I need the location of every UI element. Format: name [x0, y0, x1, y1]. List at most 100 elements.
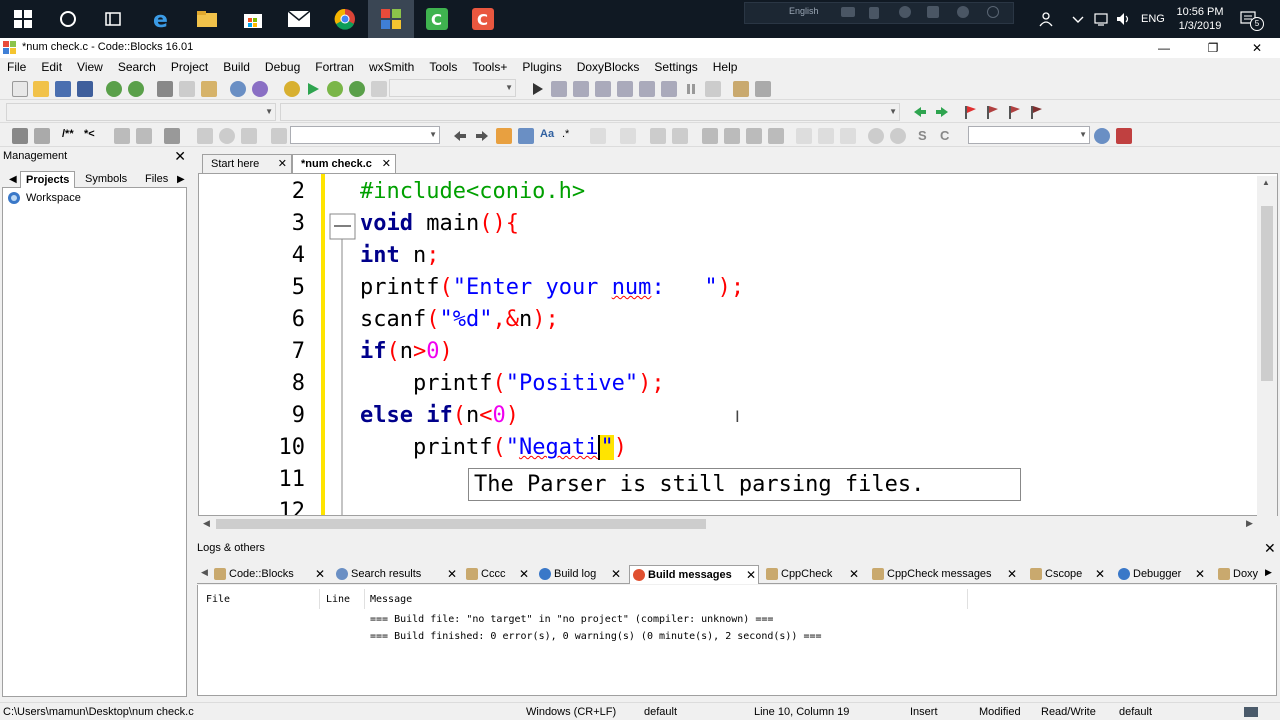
tab-scroll-right-icon[interactable]: ▶ [1265, 567, 1272, 578]
build-run-icon[interactable] [327, 81, 343, 97]
layout-icon[interactable] [840, 128, 856, 144]
menu-tools[interactable]: Tools [422, 58, 465, 76]
step-out-icon[interactable] [617, 81, 633, 97]
scrollbar-thumb[interactable] [216, 519, 706, 529]
tab-cppcheck-messages[interactable]: CppCheck messages ✕ [869, 565, 1021, 584]
html-icon[interactable] [114, 128, 130, 144]
abort-icon[interactable] [371, 81, 387, 97]
editor-horizontal-scrollbar[interactable]: ◀ ▶ [198, 516, 1278, 532]
menu-settings[interactable]: Settings [647, 58, 705, 76]
thread-search-input[interactable]: ▼ [290, 126, 440, 144]
align-center-icon[interactable] [724, 128, 740, 144]
undo-icon[interactable] [106, 81, 122, 97]
save-all-icon[interactable] [77, 81, 93, 97]
people-icon[interactable] [1038, 0, 1054, 38]
close-button[interactable]: ✕ [1234, 38, 1280, 58]
tab-build-log[interactable]: Build log ✕ [536, 565, 625, 584]
bookmark-clear-icon[interactable] [1028, 104, 1044, 120]
highlight-icon[interactable] [496, 128, 512, 144]
column-header-file[interactable]: File [206, 594, 230, 605]
bookmark-next-icon[interactable] [1006, 104, 1022, 120]
arrow-right-icon[interactable] [474, 128, 490, 144]
settings-wrench-icon[interactable] [1116, 128, 1132, 144]
camtasia-green-icon[interactable]: C [414, 0, 460, 38]
menu-edit[interactable]: Edit [34, 58, 70, 76]
scroll-up-icon[interactable]: ▲ [1262, 178, 1270, 187]
scrollbar-thumb[interactable] [1261, 206, 1273, 381]
network-icon[interactable] [1094, 0, 1110, 38]
extract-icon[interactable] [34, 128, 50, 144]
zoom-in-icon[interactable] [868, 128, 884, 144]
menu-wxsmith[interactable]: wxSmith [362, 58, 422, 76]
thread-search-icon[interactable] [219, 128, 235, 144]
menu-build[interactable]: Build [216, 58, 258, 76]
menu-doxyblocks[interactable]: DoxyBlocks [570, 58, 648, 76]
align-right-icon[interactable] [746, 128, 762, 144]
redo-icon[interactable] [128, 81, 144, 97]
windows-start-icon[interactable] [0, 0, 46, 38]
close-tab-icon[interactable]: ✕ [519, 565, 529, 584]
close-tab-icon[interactable]: ✕ [611, 565, 621, 584]
layout-icon[interactable] [796, 128, 812, 144]
volume-icon[interactable] [1116, 0, 1132, 38]
close-tab-icon[interactable]: ✕ [1007, 565, 1017, 584]
menu-search[interactable]: Search [111, 58, 164, 76]
list-item[interactable]: === Build file: "no target" in "no proje… [370, 614, 773, 625]
paste-icon[interactable] [201, 81, 217, 97]
tree-item-workspace[interactable]: Workspace [7, 191, 81, 205]
line-comment-icon[interactable]: *< [84, 128, 100, 144]
bookmark-toggle-icon[interactable] [962, 104, 978, 120]
close-tab-icon[interactable]: ✕ [1095, 565, 1105, 584]
build-target-select[interactable]: ▼ [389, 79, 516, 97]
language-bar[interactable]: English [744, 2, 1014, 24]
copy-icon[interactable] [179, 81, 195, 97]
symbol-search-input[interactable]: ▼ [968, 126, 1090, 144]
symbol-c-icon[interactable]: C [940, 128, 956, 144]
tab-build-messages[interactable]: Build messages ✕ [629, 565, 759, 584]
menu-help[interactable]: Help [706, 58, 746, 76]
file-explorer-icon[interactable] [184, 0, 230, 38]
thread-search-forward-icon[interactable] [241, 128, 257, 144]
step-instruction-icon[interactable] [661, 81, 677, 97]
doxywizard-icon[interactable] [12, 128, 28, 144]
search-options-icon[interactable] [271, 128, 287, 144]
menu-plugins[interactable]: Plugins [515, 58, 569, 76]
new-file-icon[interactable] [12, 81, 28, 97]
code-editor[interactable]: 2 3 4 5 6 7 8 9 10 11 12 #include<conio.… [198, 173, 1278, 516]
tab-scroll-left-icon[interactable]: ◀ [201, 567, 208, 578]
block-comment-icon[interactable]: /** [62, 128, 78, 144]
menu-debug[interactable]: Debug [258, 58, 308, 76]
run-icon[interactable] [305, 81, 321, 97]
editor-vertical-scrollbar[interactable]: ▲ [1257, 176, 1277, 516]
menu-project[interactable]: Project [164, 58, 216, 76]
tab-files[interactable]: Files [140, 171, 173, 188]
close-tab-icon[interactable]: ✕ [382, 155, 391, 173]
clock[interactable]: 10:56 PM 1/3/2019 [1172, 0, 1228, 38]
tab-search-results[interactable]: Search results ✕ [333, 565, 459, 584]
bookmark-prev-icon[interactable] [984, 104, 1000, 120]
step-into-icon[interactable] [595, 81, 611, 97]
build-gear-icon[interactable] [284, 81, 300, 97]
notification-icon[interactable]: 5 [1240, 0, 1264, 38]
preferences-icon[interactable] [164, 128, 180, 144]
menu-fortran[interactable]: Fortran [308, 58, 362, 76]
chm-icon[interactable] [136, 128, 152, 144]
input-language[interactable]: ENG [1141, 0, 1165, 38]
tab-cscope[interactable]: Cscope ✕ [1027, 565, 1109, 584]
tab-num-check[interactable]: *num check.c ✕ [292, 154, 396, 173]
pause-icon[interactable] [683, 81, 699, 97]
close-tab-icon[interactable]: ✕ [315, 565, 325, 584]
open-file-icon[interactable] [33, 81, 49, 97]
debug-windows-icon[interactable] [733, 81, 749, 97]
function-select[interactable]: ▼ [280, 103, 900, 121]
column-header-line[interactable]: Line [326, 594, 350, 605]
close-tab-icon[interactable]: ✕ [447, 565, 457, 584]
debug-run-icon[interactable] [529, 81, 545, 97]
close-tab-icon[interactable]: ✕ [1195, 565, 1205, 584]
find-icon[interactable] [230, 81, 246, 97]
tab-cccc[interactable]: Cccc ✕ [463, 565, 533, 584]
minimize-button[interactable]: — [1141, 38, 1187, 58]
run-to-cursor-icon[interactable] [551, 81, 567, 97]
camtasia-red-icon[interactable]: C [460, 0, 506, 38]
wx-frame-icon[interactable] [620, 128, 636, 144]
